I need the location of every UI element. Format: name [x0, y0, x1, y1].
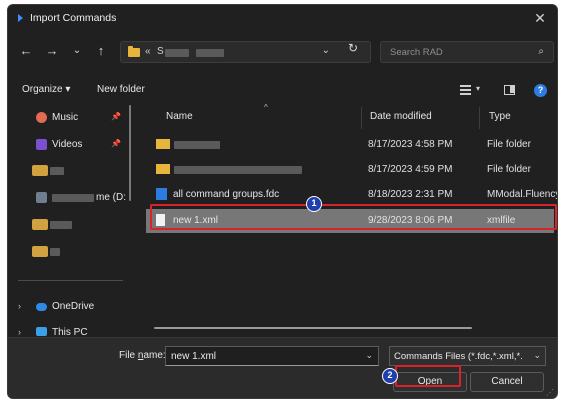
file-date: 8/17/2023 4:59 PM — [368, 164, 453, 175]
search-placeholder: Search RAD — [390, 47, 443, 58]
sidebar-divider — [18, 280, 123, 281]
redacted-label — [50, 167, 64, 175]
highlight-selected-file — [150, 204, 557, 230]
refresh-icon[interactable]: ↻ — [348, 41, 358, 55]
pin-icon: 📌 — [111, 139, 121, 148]
address-bar[interactable]: « S ⌄ — [120, 41, 371, 63]
folder-icon — [32, 165, 48, 176]
search-box[interactable]: Search RAD ⌕ — [380, 41, 554, 63]
file-name-input[interactable]: new 1.xml ⌄ — [165, 346, 379, 366]
up-button[interactable]: ↑ — [93, 43, 109, 59]
folder-icon — [32, 246, 48, 257]
resize-grip-icon[interactable]: ⋰ — [546, 388, 554, 397]
file-name-value: new 1.xml — [171, 351, 217, 362]
videos-icon — [36, 139, 47, 150]
cancel-button[interactable]: Cancel — [470, 372, 544, 392]
preview-pane-icon[interactable] — [504, 85, 515, 95]
redacted-path — [196, 49, 224, 57]
column-header-date[interactable]: Date modified — [370, 111, 432, 122]
onedrive-icon — [36, 303, 47, 311]
this-pc-icon — [36, 327, 47, 336]
sidebar-item-drive-d[interactable]: me (D: — [8, 188, 130, 208]
file-type-value: Commands Files (*.fdc,*.xml,*. — [394, 351, 523, 362]
sidebar-item-label: Music — [52, 112, 79, 123]
forward-button[interactable]: → — [44, 43, 60, 59]
redacted-label — [50, 248, 60, 256]
title-bar: Import Commands ✕ — [8, 5, 557, 31]
navigation-pane: Music 📌 Videos 📌 me (D: › OneDrive › Thi… — [8, 105, 138, 350]
music-icon — [36, 112, 47, 123]
recent-locations-button[interactable]: ⌄ — [69, 43, 85, 59]
breadcrumb-overflow[interactable]: « — [145, 46, 151, 57]
search-icon: ⌕ — [538, 46, 544, 57]
import-commands-dialog: Import Commands ✕ ← → ⌄ ↑ « S ⌄ ↻ Search… — [7, 4, 558, 399]
drive-icon — [36, 192, 47, 203]
sidebar-item-label: OneDrive — [52, 301, 95, 312]
command-bar: Organize ▾ New folder ▾ ? — [8, 79, 557, 103]
sidebar-item-label: me (D: — [96, 192, 126, 203]
folder-icon — [128, 46, 140, 57]
file-type: MModal.Fluency — [487, 189, 558, 200]
back-button[interactable]: ← — [18, 43, 34, 59]
app-icon — [18, 14, 23, 22]
sidebar-scrollbar[interactable] — [129, 105, 131, 201]
sidebar-item-onedrive[interactable]: › OneDrive — [8, 297, 130, 317]
redacted-filename — [174, 166, 302, 174]
close-button[interactable]: ✕ — [531, 9, 549, 27]
view-options-icon[interactable] — [460, 85, 471, 95]
column-divider[interactable] — [479, 107, 480, 129]
organize-button[interactable]: Organize ▾ — [22, 84, 70, 95]
file-type-select[interactable]: Commands Files (*.fdc,*.xml,*. ⌄ — [389, 346, 546, 366]
folder-icon — [156, 164, 170, 174]
navigation-bar: ← → ⌄ ↑ « S ⌄ ↻ Search RAD ⌕ — [8, 35, 557, 69]
column-header-type[interactable]: Type — [489, 111, 511, 122]
horizontal-scrollbar[interactable] — [154, 327, 472, 329]
new-folder-button[interactable]: New folder — [97, 84, 145, 95]
file-name: all command groups.fdc — [173, 189, 280, 200]
view-dropdown-icon[interactable]: ▾ — [476, 84, 480, 93]
expand-chevron-icon[interactable]: › — [18, 301, 21, 311]
folder-icon — [32, 219, 48, 230]
folder-icon — [156, 139, 170, 149]
file-type: File folder — [487, 164, 531, 175]
step-badge-1: 1 — [306, 196, 322, 212]
sidebar-item-label: Videos — [52, 139, 83, 150]
highlight-open-button — [395, 365, 461, 387]
sidebar-item-redacted[interactable] — [8, 161, 130, 181]
file-name-label: File name: — [119, 350, 166, 361]
file-type: File folder — [487, 139, 531, 150]
sidebar-item-videos[interactable]: Videos 📌 — [8, 135, 130, 155]
file-date: 8/17/2023 4:58 PM — [368, 139, 453, 150]
table-row[interactable]: 8/17/2023 4:58 PM File folder — [146, 133, 554, 157]
help-icon[interactable]: ? — [534, 84, 547, 97]
address-dropdown[interactable]: ⌄ — [322, 45, 330, 56]
fdc-file-icon — [156, 188, 167, 200]
table-row[interactable]: 8/17/2023 4:59 PM File folder — [146, 158, 554, 182]
chevron-down-icon[interactable]: ⌄ — [365, 350, 373, 361]
redacted-path — [165, 49, 189, 57]
footer-panel: File name: new 1.xml ⌄ Commands Files (*… — [8, 337, 557, 398]
redacted-label — [52, 194, 94, 202]
column-divider[interactable] — [361, 107, 362, 129]
file-date: 8/18/2023 2:31 PM — [368, 189, 453, 200]
sidebar-item-music[interactable]: Music 📌 — [8, 108, 130, 128]
redacted-label — [50, 221, 72, 229]
sort-ascending-icon: ^ — [264, 103, 268, 112]
redacted-filename — [174, 141, 220, 149]
sidebar-item-redacted[interactable] — [8, 215, 130, 235]
step-badge-2: 2 — [382, 368, 398, 384]
pin-icon: 📌 — [111, 112, 121, 121]
address-text: S — [157, 46, 164, 57]
chevron-down-icon[interactable]: ⌄ — [531, 350, 541, 361]
sidebar-item-redacted[interactable] — [8, 242, 130, 262]
window-title: Import Commands — [30, 12, 117, 24]
column-header-name[interactable]: Name — [166, 111, 193, 122]
expand-chevron-icon[interactable]: › — [18, 327, 21, 337]
